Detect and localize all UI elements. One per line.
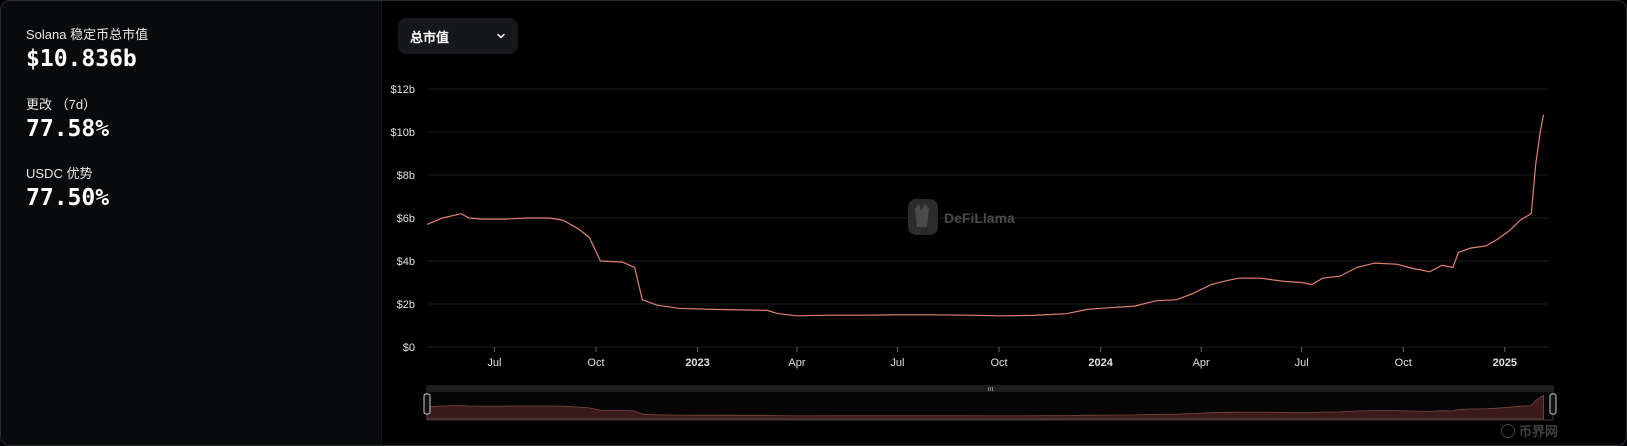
chart-card: Solana 稳定币总市值 $10.836b 更改 （7d） 77.58% US… [0,0,1627,446]
range-brush[interactable] [423,385,1557,421]
x-tick-label: Jul [890,357,904,369]
x-tick-label: 2024 [1088,357,1113,369]
x-axis-ticks: Jul Oct 2023 Apr Jul Oct 2024 Apr Jul Oct 2025 [487,347,1517,369]
y-tick-label: $4b [397,256,415,268]
brush-handle-right[interactable] [1549,393,1557,415]
defillama-watermark: DeFiLlama [908,199,1015,235]
x-tick-label: Apr [788,357,805,369]
y-tick-label: $6b [397,213,415,225]
stat-label: USDC 优势 [26,166,93,181]
stat-label: Solana 稳定币总市值 [26,27,149,42]
stat-usdc-dominance: USDC 优势 77.50% [26,166,109,211]
stat-value: 77.50% [26,185,110,211]
x-tick-label: 2023 [685,357,709,369]
stat-label: 更改 （7d） [26,97,97,112]
x-tick-label: Apr [1193,357,1210,369]
x-tick-label: Jul [1295,357,1309,369]
corner-logo-text: 币界网 [1519,424,1559,439]
corner-logo: 币界网 [1501,421,1558,440]
line-chart: $0 $2b $4b $6b $8b $10b $12b Jul Oct 2023 Apr Jul O… [391,84,1557,421]
y-tick-label: $0 [403,342,415,354]
y-tick-label: $2b [397,299,415,311]
stat-value: $10.836b [26,46,137,72]
stats-panel: Solana 稳定币总市值 $10.836b 更改 （7d） 77.58% US… [1,1,382,445]
stat-value: 77.58% [26,116,110,142]
x-tick-label: Jul [487,357,501,369]
grip-icon [988,387,993,391]
y-tick-label: $8b [397,170,415,182]
x-tick-label: Oct [587,357,604,369]
brush-handle-left[interactable] [423,393,431,415]
x-tick-label: Oct [990,357,1007,369]
y-axis-ticks: $0 $2b $4b $6b $8b $10b $12b [391,84,415,354]
stat-total-mcap: Solana 稳定币总市值 $10.836b [26,27,148,72]
stat-change-7d: 更改 （7d） 77.58% [26,97,109,142]
x-tick-label: Oct [1395,357,1412,369]
coin-icon [1501,423,1515,438]
y-tick-label: $12b [391,84,415,96]
watermark-text: DeFiLlama [944,210,1015,226]
y-tick-label: $10b [391,127,415,139]
x-tick-label: 2025 [1493,357,1517,369]
